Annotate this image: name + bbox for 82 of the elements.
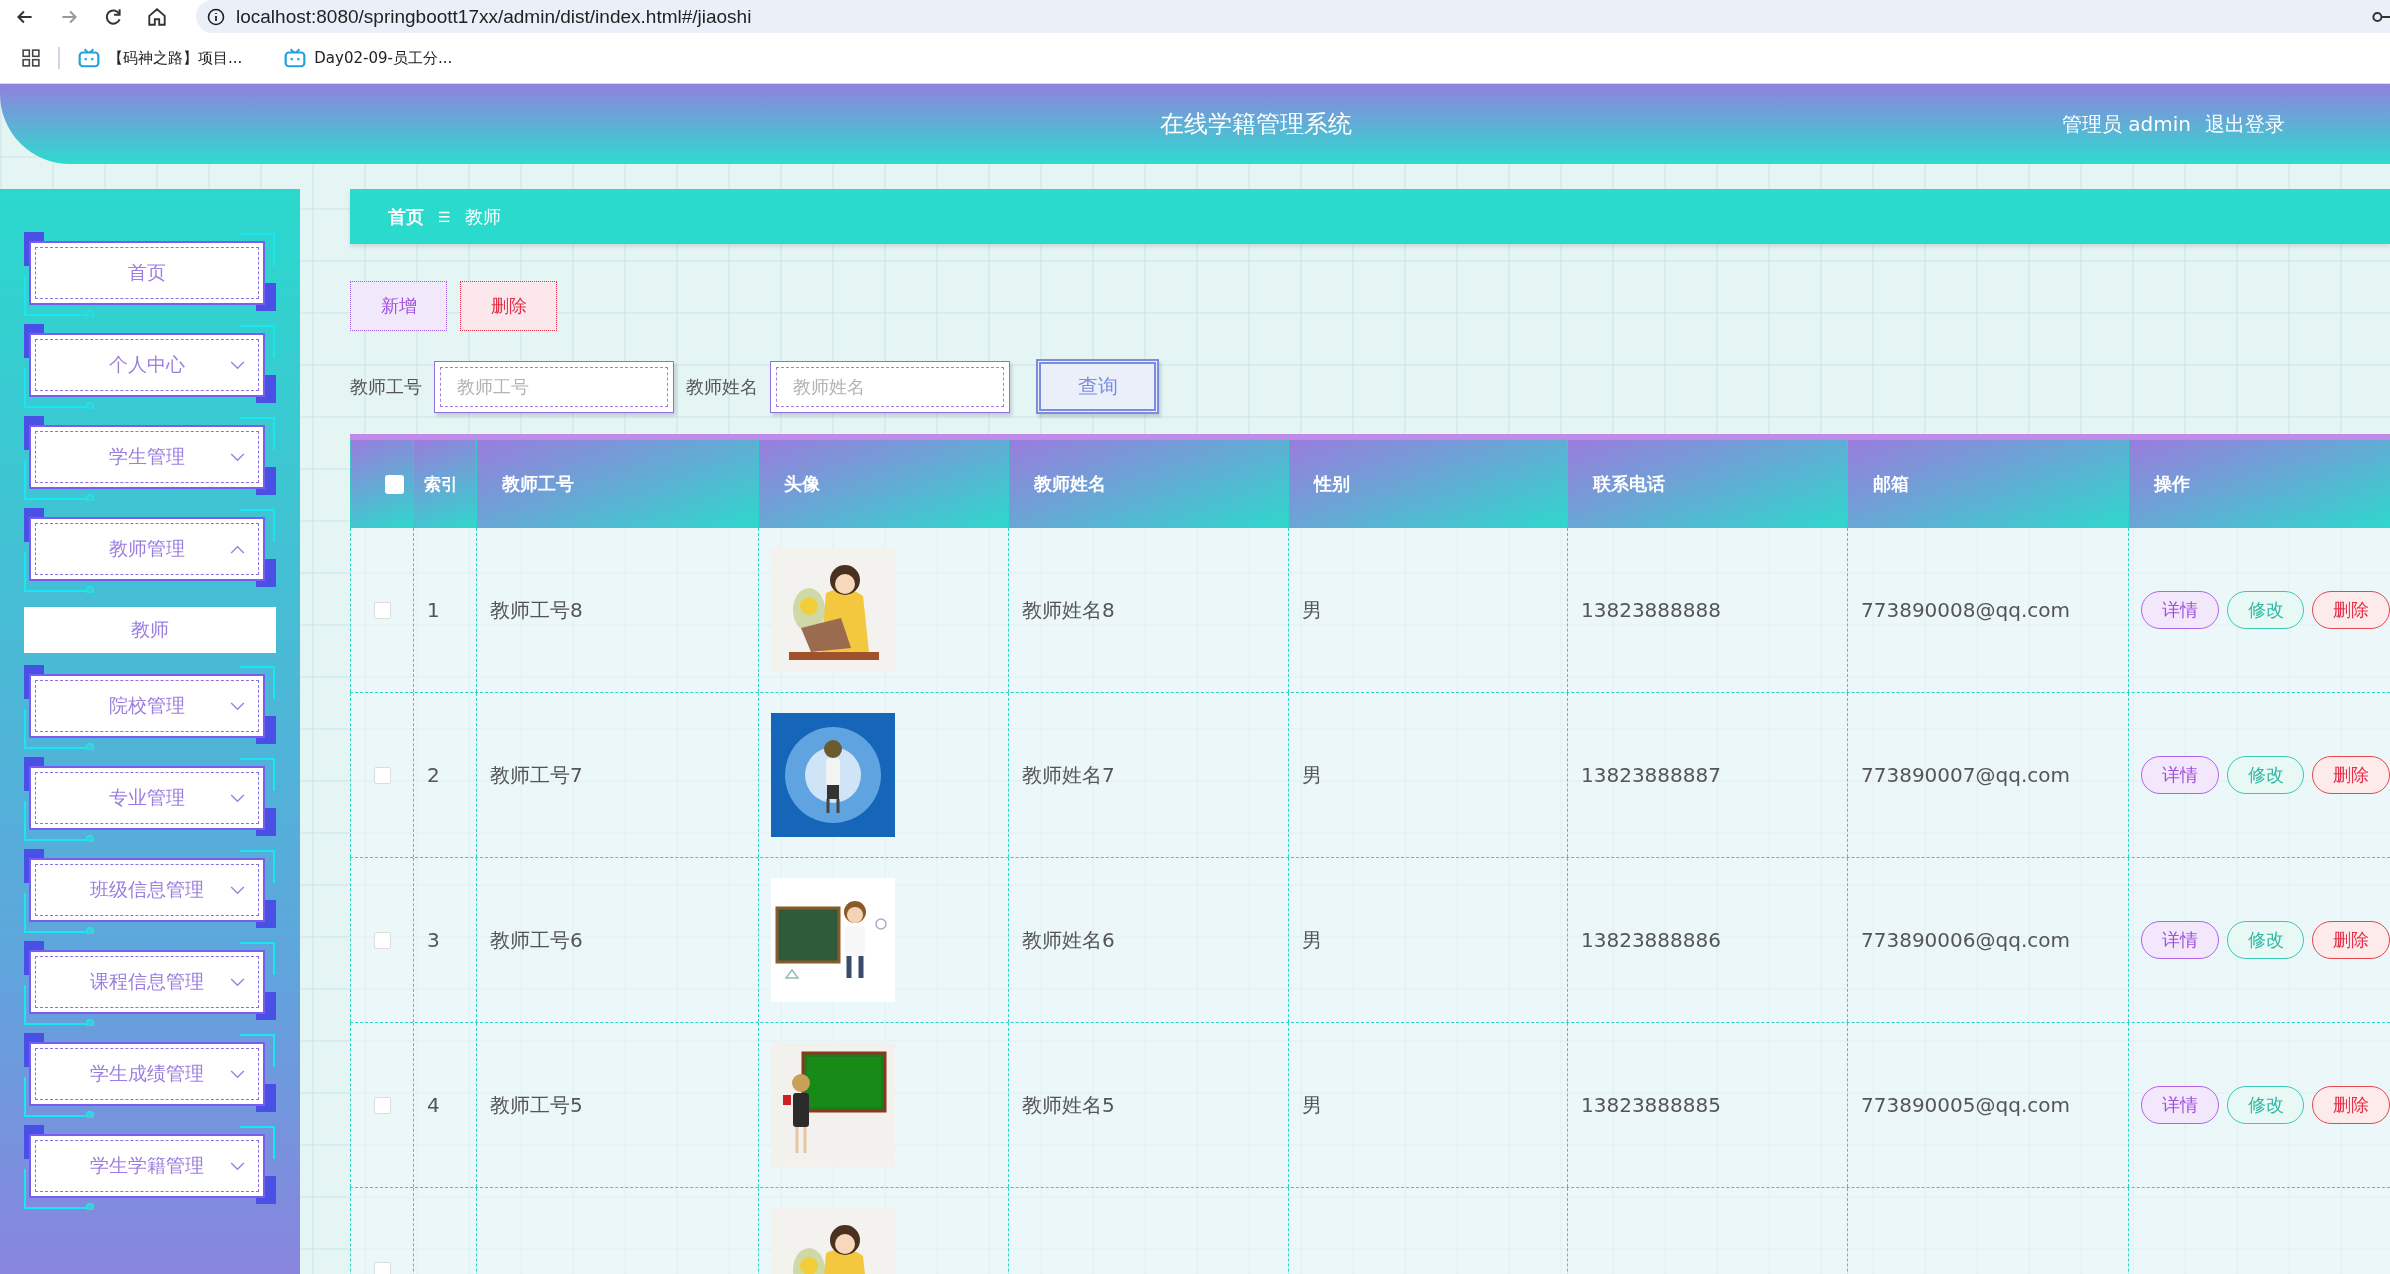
column-header: 教师姓名 xyxy=(1008,440,1288,528)
info-icon[interactable] xyxy=(206,6,226,27)
row-checkbox[interactable] xyxy=(373,766,391,784)
breadcrumb-separator: ☰ xyxy=(438,208,451,225)
table-cell: 男 xyxy=(1302,1091,1322,1119)
delete-button[interactable]: 删除 xyxy=(460,281,557,331)
chevron-down-icon xyxy=(230,1162,245,1171)
table-cell: 教师姓名6 xyxy=(1022,926,1115,954)
tv-icon xyxy=(284,48,307,68)
search-button[interactable]: 查询 xyxy=(1036,359,1159,414)
table-cell: 教师工号7 xyxy=(490,761,583,789)
url-text: localhost:8080/springboott17xx/admin/dist/index.html#/jiaoshi xyxy=(236,5,753,28)
detail-button[interactable]: 详情 xyxy=(2141,756,2219,794)
column-header: 操作 xyxy=(2128,440,2390,528)
search-field[interactable]: 教师姓名 xyxy=(770,360,1010,413)
column-header: 邮箱 xyxy=(1847,440,2128,528)
field-label: 教师姓名 xyxy=(686,374,758,399)
table-cell: 1 xyxy=(427,598,440,622)
column-header: 教师工号 xyxy=(476,440,758,528)
column-header: 头像 xyxy=(758,440,1008,528)
table-cell: 教师工号8 xyxy=(490,596,583,624)
apps-grid-icon[interactable] xyxy=(22,49,40,67)
table-cell: 773890007@qq.com xyxy=(1861,763,2070,787)
table-cell: 3 xyxy=(427,928,440,952)
chevron-down-icon xyxy=(230,361,245,370)
chevron-down-icon xyxy=(230,886,245,895)
table-cell: 2 xyxy=(427,763,440,787)
table-cell: 4 xyxy=(427,1093,440,1117)
add-button[interactable]: 新增 xyxy=(350,281,447,331)
row-checkbox[interactable] xyxy=(373,1261,391,1274)
table-cell: 男 xyxy=(1302,761,1322,789)
home-icon[interactable] xyxy=(146,5,168,28)
detail-button[interactable]: 详情 xyxy=(2141,1086,2219,1124)
table-cell: 教师工号5 xyxy=(490,1091,583,1119)
row-checkbox[interactable] xyxy=(373,1096,391,1114)
table-cell: 教师工号6 xyxy=(490,926,583,954)
column-header: 性别 xyxy=(1288,440,1567,528)
column-header: 索引 xyxy=(413,440,476,528)
table-cell: 13823888888 xyxy=(1581,598,1721,622)
table-cell: 教师姓名5 xyxy=(1022,1091,1115,1119)
chevron-down-icon xyxy=(230,1070,245,1079)
system-title: 在线学籍管理系统 xyxy=(1159,109,1353,140)
detail-button[interactable]: 详情 xyxy=(2141,921,2219,959)
table-cell: 773890006@qq.com xyxy=(1861,928,2070,952)
tv-icon xyxy=(78,48,100,68)
table-cell: 13823888886 xyxy=(1581,928,1721,952)
logout-link[interactable]: 退出登录 xyxy=(2205,110,2285,138)
row-checkbox[interactable] xyxy=(373,931,391,949)
breadcrumb-home[interactable]: 首页 xyxy=(388,204,424,229)
delete-button[interactable]: 删除 xyxy=(2312,921,2390,959)
chevron-down-icon xyxy=(230,794,245,803)
table-cell: 男 xyxy=(1302,926,1322,954)
submenu-item[interactable]: 教师 xyxy=(24,607,276,653)
column-header: 联系电话 xyxy=(1567,440,1847,528)
edit-button[interactable]: 修改 xyxy=(2226,1086,2305,1124)
chevron-down-icon xyxy=(230,453,245,462)
field-label: 教师工号 xyxy=(350,374,422,399)
row-checkbox[interactable] xyxy=(373,601,391,619)
edit-button[interactable]: 修改 xyxy=(2226,756,2305,794)
table-cell: 13823888885 xyxy=(1581,1093,1721,1117)
delete-button[interactable]: 删除 xyxy=(2312,1086,2390,1124)
address-bar[interactable]: localhost:8080/springboott17xx/admin/dist/index.html#/jiaoshi xyxy=(196,0,2390,33)
table-cell: 773890008@qq.com xyxy=(1861,598,2070,622)
table-cell: 773890005@qq.com xyxy=(1861,1093,2070,1117)
table-cell: 教师姓名8 xyxy=(1022,596,1115,624)
delete-button[interactable]: 删除 xyxy=(2312,591,2390,629)
detail-button[interactable]: 详情 xyxy=(2141,591,2219,629)
bookmark[interactable]: Day02-09-员工分... xyxy=(284,48,453,68)
edit-button[interactable]: 修改 xyxy=(2226,591,2305,629)
table-cell: 男 xyxy=(1302,596,1322,624)
edit-button[interactable]: 修改 xyxy=(2226,921,2305,959)
table-cell: 教师姓名7 xyxy=(1022,761,1115,789)
search-field[interactable]: 教师工号 xyxy=(434,360,674,413)
chevron-down-icon xyxy=(230,702,245,711)
delete-button[interactable]: 删除 xyxy=(2312,756,2390,794)
select-all-checkbox[interactable] xyxy=(385,474,404,494)
chevron-up-icon xyxy=(230,545,245,554)
breadcrumb-current: 教师 xyxy=(464,204,501,229)
table-cell: 13823888887 xyxy=(1581,763,1721,787)
chevron-down-icon xyxy=(230,978,245,987)
bookmark[interactable]: 【码神之路】项目... xyxy=(78,48,243,68)
user-label: 管理员 admin xyxy=(2061,110,2191,138)
